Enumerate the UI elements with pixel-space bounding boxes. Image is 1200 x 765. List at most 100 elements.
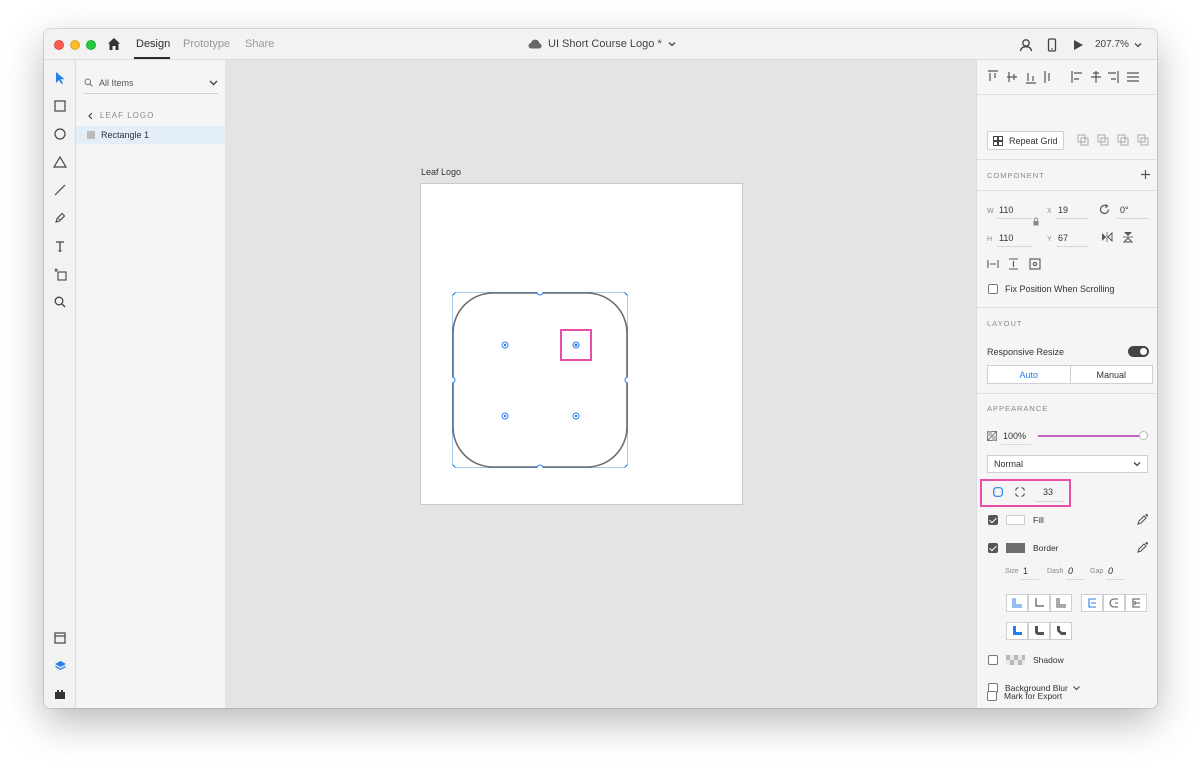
zoom-level[interactable]: 207.7%: [1095, 39, 1129, 50]
stroke-outside-button[interactable]: [1050, 594, 1072, 612]
text-tool[interactable]: [52, 238, 68, 254]
resize-mode-auto[interactable]: Auto: [988, 366, 1071, 383]
play-icon[interactable]: [1071, 38, 1085, 52]
document-title: UI Short Course Logo *: [548, 38, 662, 50]
rotation-field-underline: [1117, 218, 1149, 219]
shadow-checkbox[interactable]: [988, 655, 998, 665]
tools-toolbar: [44, 60, 76, 708]
app-window: Design Prototype Share UI Short Course L…: [44, 29, 1157, 708]
join-miter-button[interactable]: [1081, 594, 1103, 612]
plugins-icon: [55, 690, 65, 699]
layers-panel-button[interactable]: [52, 658, 68, 674]
eyedropper-icon[interactable]: [1137, 541, 1149, 553]
join-miter-icon: [1088, 598, 1096, 608]
assets-panel-button[interactable]: [52, 630, 68, 646]
tab-design[interactable]: Design: [136, 38, 170, 50]
select-tool[interactable]: [52, 70, 68, 86]
uniform-corners-icon[interactable]: [993, 487, 1003, 497]
chevron-down-icon[interactable]: [1073, 686, 1080, 691]
zoom-window-button[interactable]: [86, 40, 96, 50]
tab-prototype[interactable]: Prototype: [183, 38, 230, 50]
lock-aspect-icon[interactable]: [1033, 217, 1039, 226]
artboard-icon: [54, 268, 67, 281]
canvas[interactable]: Leaf Logo: [226, 60, 976, 708]
fix-position-checkbox[interactable]: [988, 284, 998, 294]
border-size-field[interactable]: 1: [1023, 566, 1028, 576]
plugins-panel-button[interactable]: [52, 686, 68, 702]
blend-mode-select[interactable]: Normal: [987, 455, 1148, 473]
rectangle-layer-icon: [87, 131, 95, 139]
opacity-slider-track[interactable]: [1038, 435, 1142, 437]
border-size-underline: [1021, 579, 1039, 580]
y-field[interactable]: 67: [1058, 233, 1068, 243]
gap-underline: [1106, 579, 1124, 580]
repeat-grid-label: Repeat Grid: [1009, 135, 1058, 146]
resize-mode-manual[interactable]: Manual: [1071, 366, 1153, 383]
flip-vertical-icon[interactable]: [1123, 231, 1133, 243]
layers-breadcrumb[interactable]: LEAF LOGO: [88, 111, 154, 120]
boolean-ops-icons[interactable]: [1077, 134, 1149, 146]
minimize-window-button[interactable]: [70, 40, 80, 50]
rectangle-tool[interactable]: [52, 98, 68, 114]
mark-for-export-checkbox[interactable]: [987, 691, 997, 701]
layers-filter[interactable]: All Items: [84, 72, 218, 94]
chevron-down-icon: [209, 80, 218, 85]
align-toolbar-icons[interactable]: [987, 70, 1152, 84]
dash-label: Dash: [1047, 568, 1064, 575]
zoom-chevron-down-icon[interactable]: [1134, 42, 1142, 48]
pen-tool[interactable]: [52, 210, 68, 226]
fill-color-swatch[interactable]: [1006, 515, 1025, 525]
cap-round-button[interactable]: [1028, 622, 1050, 640]
document-title-menu[interactable]: UI Short Course Logo *: [528, 38, 676, 50]
artboard-tool[interactable]: [52, 266, 68, 282]
gap-field[interactable]: 0: [1108, 566, 1113, 576]
height-label: H: [987, 236, 993, 243]
appearance-title: APPEARANCE: [987, 404, 1049, 413]
repeat-grid-button[interactable]: Repeat Grid: [987, 131, 1064, 150]
corner-radius-field[interactable]: 33: [1043, 487, 1053, 497]
height-field[interactable]: 110: [999, 233, 1013, 243]
constraint-icons[interactable]: [987, 258, 1045, 270]
opacity-slider-thumb[interactable]: [1139, 431, 1148, 440]
rotation-field[interactable]: 0°: [1120, 205, 1129, 215]
stroke-inside-button[interactable]: [1006, 594, 1028, 612]
join-round-button[interactable]: [1103, 594, 1125, 612]
flip-horizontal-icon[interactable]: [1101, 232, 1113, 242]
dash-field[interactable]: 0: [1068, 566, 1073, 576]
y-field-underline: [1056, 246, 1089, 247]
per-corner-radius-icon[interactable]: [1015, 487, 1025, 497]
stroke-center-button[interactable]: [1028, 594, 1050, 612]
cap-butt-icon: [1013, 626, 1022, 635]
close-window-button[interactable]: [54, 40, 64, 50]
user-icon[interactable]: [1019, 38, 1033, 52]
polygon-tool[interactable]: [52, 154, 68, 170]
mobile-preview-icon[interactable]: [1045, 38, 1059, 52]
zoom-tool[interactable]: [52, 294, 68, 310]
divider: [977, 190, 1157, 191]
repeat-grid-icon: [993, 135, 1003, 146]
width-field[interactable]: 110: [999, 205, 1013, 215]
layer-item-rectangle[interactable]: Rectangle 1: [76, 126, 225, 144]
responsive-resize-toggle[interactable]: [1128, 346, 1149, 357]
dash-underline: [1066, 579, 1084, 580]
shadow-swatch-icon[interactable]: [1006, 655, 1025, 665]
add-component-icon[interactable]: [1141, 170, 1150, 179]
line-tool[interactable]: [52, 182, 68, 198]
border-checkbox[interactable]: [988, 543, 998, 553]
rotate-icon: [1099, 204, 1110, 215]
eyedropper-icon[interactable]: [1137, 513, 1149, 525]
cap-butt-button[interactable]: [1006, 622, 1028, 640]
chevron-down-icon: [1133, 462, 1141, 467]
tab-share[interactable]: Share: [245, 38, 274, 50]
border-color-swatch[interactable]: [1006, 543, 1025, 553]
join-bevel-button[interactable]: [1125, 594, 1147, 612]
opacity-field[interactable]: 100%: [1003, 431, 1026, 441]
selected-rounded-rectangle[interactable]: [452, 292, 628, 468]
fill-checkbox[interactable]: [988, 515, 998, 525]
x-field[interactable]: 19: [1058, 205, 1068, 215]
ellipse-tool[interactable]: [52, 126, 68, 142]
fix-position-label: Fix Position When Scrolling: [1005, 284, 1115, 294]
home-icon[interactable]: [107, 37, 121, 51]
artboard-label[interactable]: Leaf Logo: [421, 167, 461, 177]
cap-square-button[interactable]: [1050, 622, 1072, 640]
